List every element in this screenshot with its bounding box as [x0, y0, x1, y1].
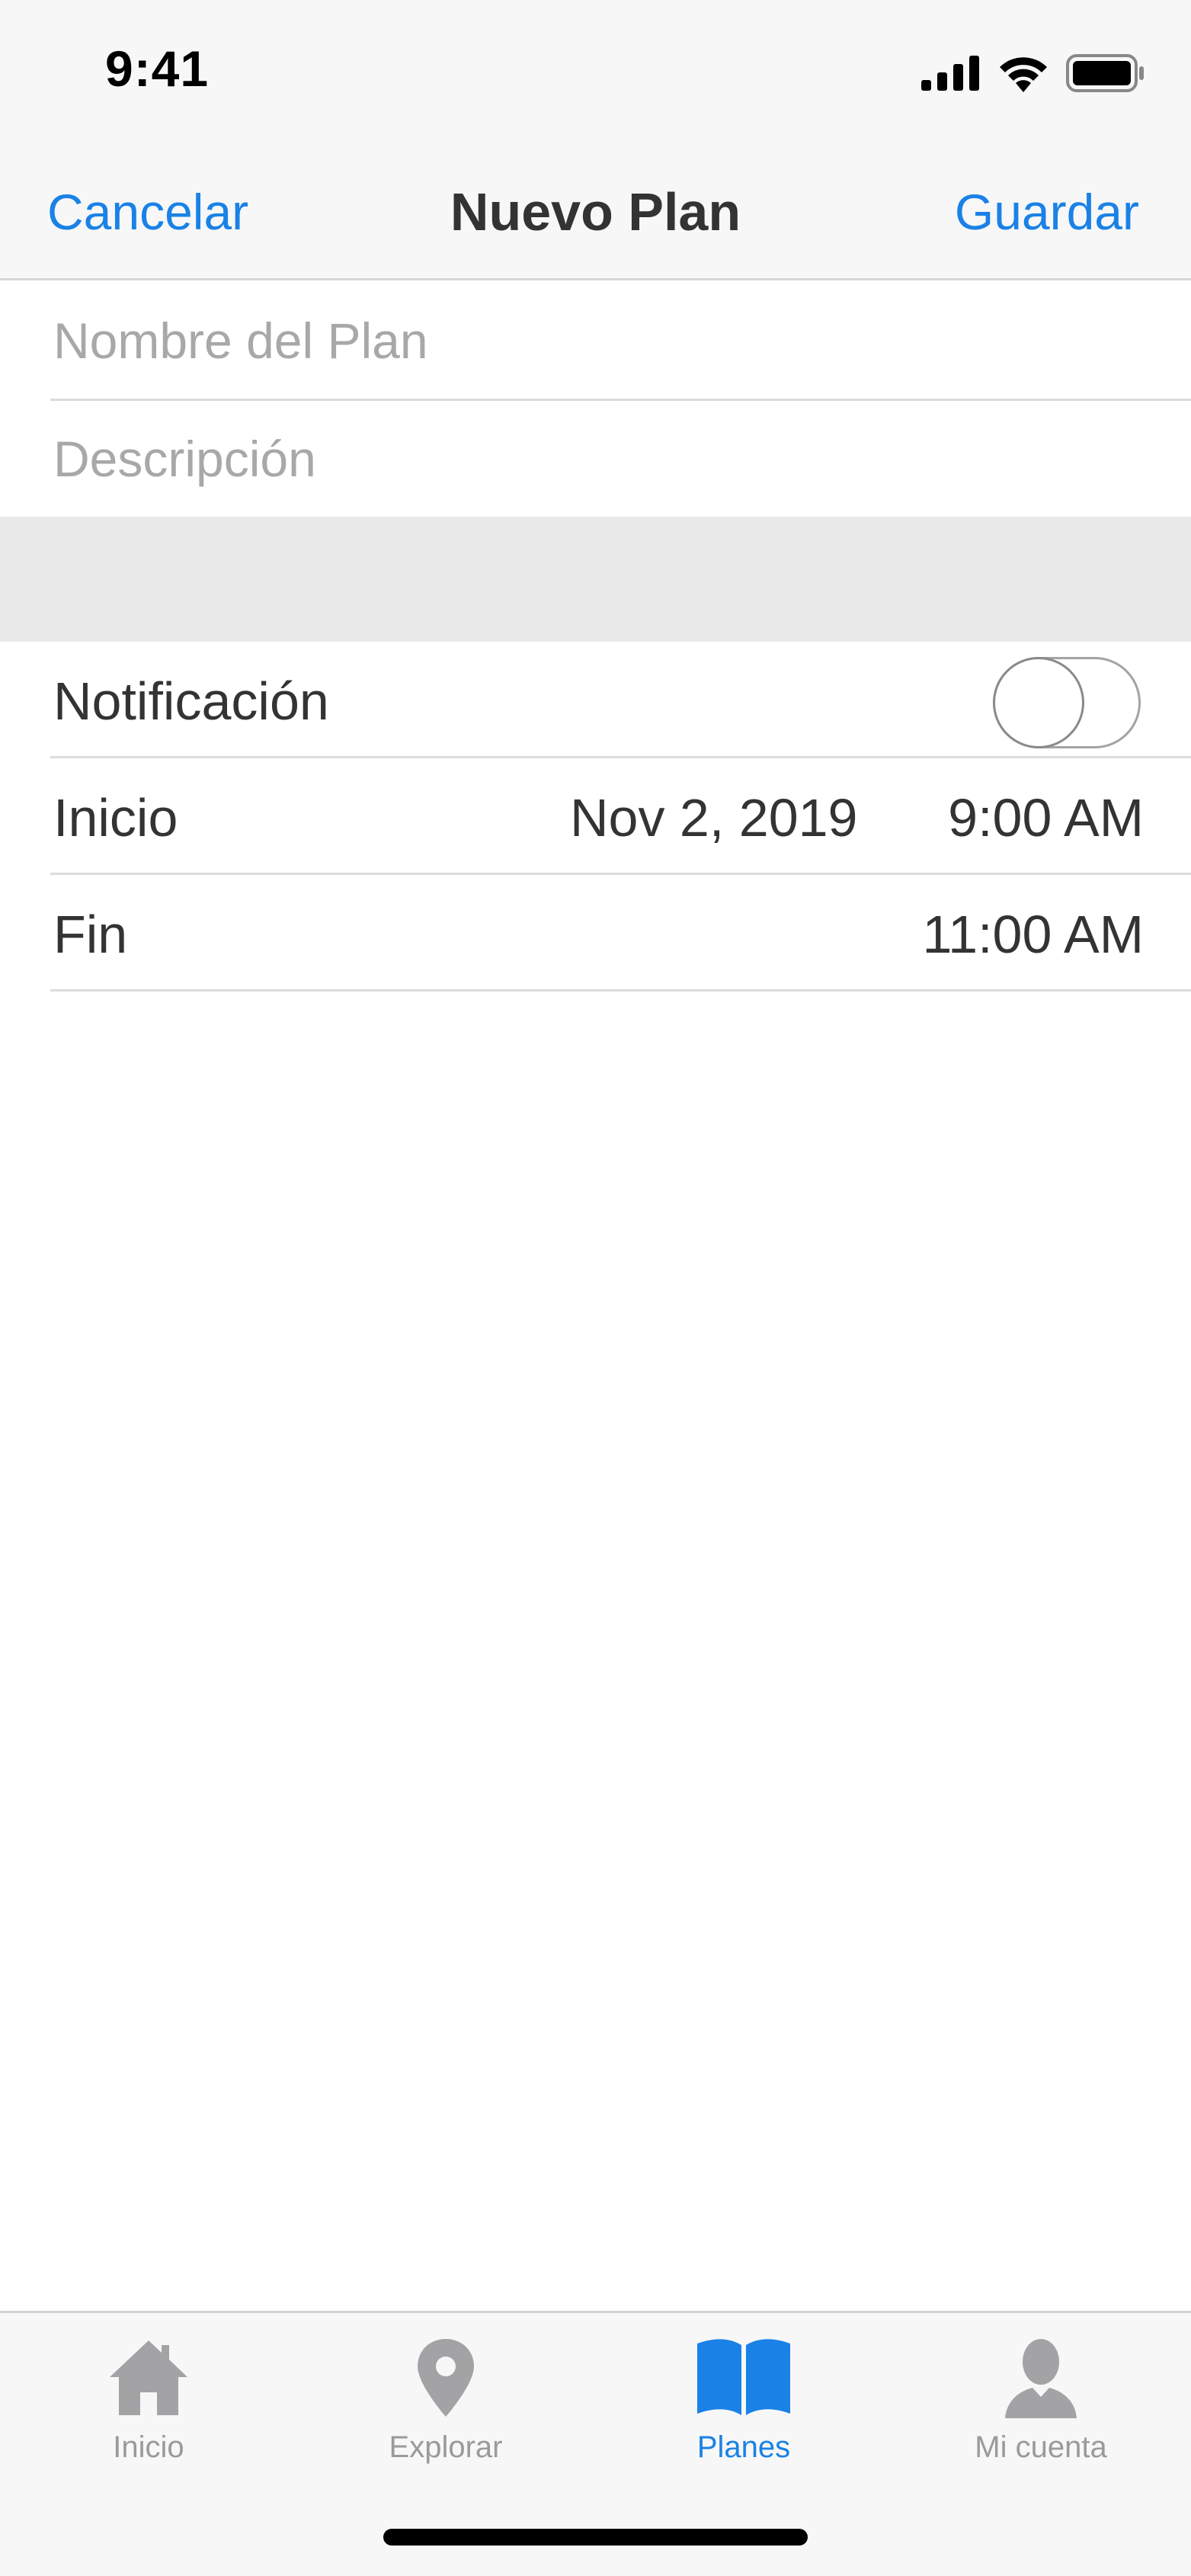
- start-row[interactable]: Inicio Nov 2, 2019 9:00 AM: [0, 758, 1191, 875]
- description-placeholder: Descripción: [53, 431, 316, 487]
- notification-row: Notificación: [0, 642, 1191, 758]
- home-indicator[interactable]: [383, 2529, 808, 2546]
- navigation-bar: Cancelar Nuevo Plan Guardar: [0, 145, 1191, 280]
- wifi-icon: [1000, 57, 1047, 92]
- start-label: Inicio: [53, 788, 178, 847]
- tab-explorar[interactable]: Explorar: [331, 2336, 560, 2488]
- status-bar: 9:41: [0, 0, 1191, 145]
- end-time[interactable]: 11:00 AM: [922, 904, 1144, 965]
- tab-label: Explorar: [389, 2430, 503, 2464]
- tab-inicio[interactable]: Inicio: [34, 2336, 263, 2488]
- end-label: Fin: [53, 905, 128, 964]
- save-button[interactable]: Guardar: [955, 183, 1139, 241]
- plan-name-placeholder: Nombre del Plan: [53, 312, 428, 369]
- tab-label: Mi cuenta: [975, 2430, 1107, 2464]
- tab-label: Inicio: [113, 2430, 184, 2464]
- divider: [50, 989, 1191, 992]
- home-icon: [110, 2341, 187, 2415]
- status-icons: [921, 52, 1145, 95]
- status-time: 9:41: [105, 40, 210, 97]
- person-icon: [1005, 2339, 1077, 2418]
- toggle-knob: [993, 657, 1084, 748]
- section-separator: [0, 517, 1191, 642]
- tab-mi-cuenta[interactable]: Mi cuenta: [927, 2336, 1155, 2488]
- end-row[interactable]: Fin 11:00 AM: [0, 875, 1191, 992]
- location-pin-icon: [418, 2339, 474, 2417]
- book-icon: [697, 2339, 790, 2415]
- start-time[interactable]: 9:00 AM: [948, 787, 1144, 848]
- cellular-signal-icon: [921, 56, 979, 91]
- tab-label: Planes: [696, 2430, 791, 2464]
- plan-name-field[interactable]: Nombre del Plan: [0, 283, 1191, 401]
- notification-label: Notificación: [53, 671, 329, 731]
- battery-icon: [1066, 54, 1144, 92]
- description-field[interactable]: Descripción: [0, 401, 1191, 517]
- start-date[interactable]: Nov 2, 2019: [570, 787, 857, 848]
- tab-planes[interactable]: Planes: [629, 2336, 858, 2488]
- notification-toggle[interactable]: [993, 657, 1141, 748]
